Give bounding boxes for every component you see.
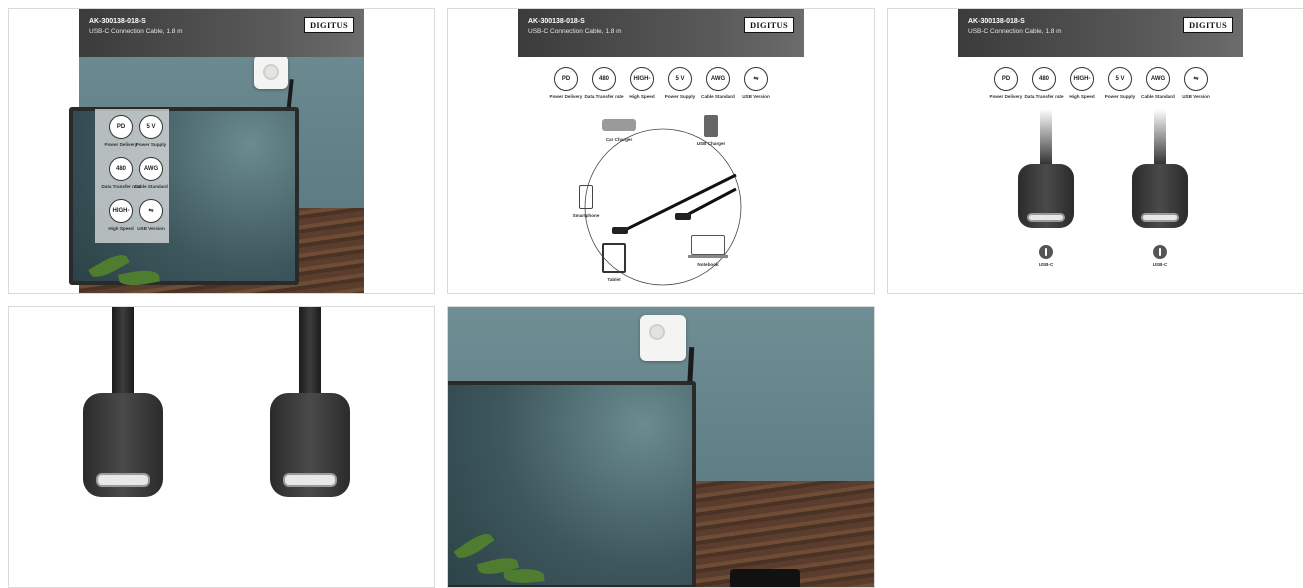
feature-panel: PD Power Delivery 5 V Power Supply 480 Data… <box>95 109 169 243</box>
usb-c-icon <box>1153 245 1167 259</box>
power-delivery-icon: PD <box>994 67 1018 91</box>
product-banner: AK-300138-018-S USB-C Connection Cable, … <box>79 9 364 57</box>
notebook-icon <box>691 235 725 255</box>
product-banner: AK-300138-018-S USB-C Connection Cable, … <box>958 9 1243 57</box>
gallery-image-3[interactable]: AK-300138-018-S USB-C Connection Cable, … <box>887 8 1303 294</box>
usb-c-connector-right <box>270 393 350 497</box>
laptop <box>448 381 696 587</box>
usb-icon: ⇋ <box>139 199 163 223</box>
usb-c-icon <box>1039 245 1053 259</box>
gallery-image-4[interactable] <box>8 306 435 588</box>
gallery-image-5[interactable] <box>447 306 875 588</box>
lifestyle-photo <box>448 307 874 587</box>
tablet: Tablet <box>594 243 634 282</box>
car-charger-icon <box>602 119 636 131</box>
usb-charger: USB Charger <box>688 115 734 146</box>
usb-c-connector-left <box>83 393 163 497</box>
product-description: USB-C Connection Cable, 1.8 m <box>89 28 183 35</box>
power-supply-icon: 5 V <box>1108 67 1132 91</box>
wall-socket <box>640 315 686 361</box>
product-sku: AK-300138-018-S <box>89 18 146 25</box>
wall-socket <box>254 55 288 89</box>
smartphone-icon <box>579 185 593 209</box>
usb-c-connector-left <box>1018 164 1074 228</box>
usb-charger-icon <box>704 115 718 137</box>
awg-icon: AWG <box>1146 67 1170 91</box>
brand-logo: DIGITUS <box>303 17 354 33</box>
data-rate-icon: 480 <box>1032 67 1056 91</box>
usb-icon: ⇋ <box>1184 67 1208 91</box>
connector-label-right: USB-C <box>1142 245 1178 267</box>
smartphone <box>730 569 800 587</box>
gallery-image-1[interactable]: AK-300138-018-S USB-C Connection Cable, … <box>8 8 435 294</box>
connector-label-left: USB-C <box>1028 245 1064 267</box>
usb-c-connector-right <box>1132 164 1188 228</box>
high-speed-icon: HIGH- <box>1070 67 1094 91</box>
gallery-image-2[interactable]: AK-300138-018-S USB-C Connection Cable, … <box>447 8 875 294</box>
car-charger: Car Charger <box>596 119 642 142</box>
power-supply-icon: 5 V <box>139 115 163 139</box>
brand-logo: DIGITUS <box>1182 17 1233 33</box>
awg-icon: AWG <box>139 157 163 181</box>
tablet-icon <box>602 243 626 273</box>
notebook: Notebook <box>684 235 732 267</box>
smartphone: Smartphone <box>566 185 606 218</box>
compatibility-diagram <box>584 128 742 286</box>
